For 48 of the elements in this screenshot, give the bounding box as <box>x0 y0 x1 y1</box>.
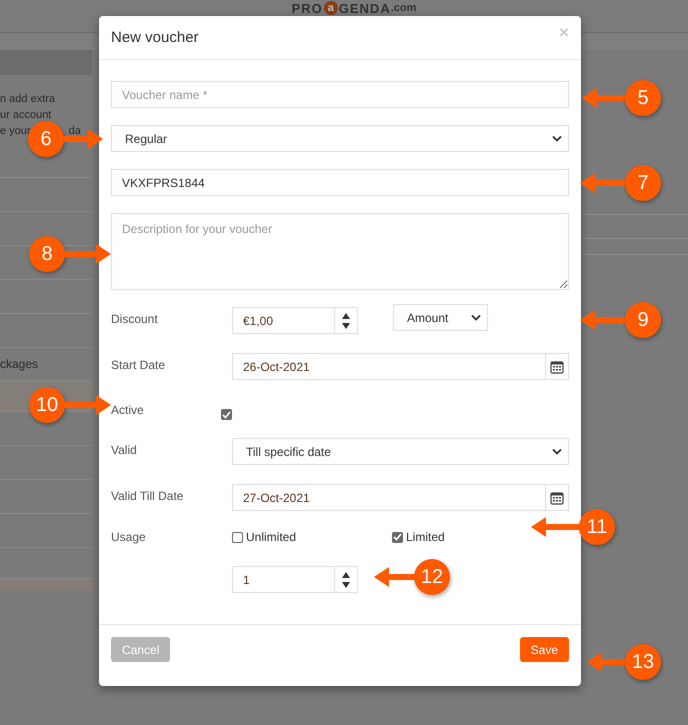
dropdown[interactable]: Amount <box>393 304 488 331</box>
logo: PRO a GENDA.com <box>292 0 416 16</box>
voucher-code-field[interactable]: VKXFPRS1844 <box>111 169 569 196</box>
field-label: Valid Till Date <box>111 489 184 503</box>
calendar-icon <box>550 490 564 504</box>
field-label: Discount <box>111 312 158 326</box>
dropdown[interactable]: Regular <box>111 125 569 152</box>
date-field[interactable]: 27-Oct-2021 <box>232 484 546 511</box>
calendar-icon <box>550 360 564 374</box>
checkbox-label: Unlimited <box>246 530 296 544</box>
callout-badge: 9 <box>625 302 661 338</box>
field-label: Valid <box>111 443 137 457</box>
number-field[interactable]: 1 <box>232 566 335 593</box>
down-arrow-icon <box>342 322 350 328</box>
callout-badge: 13 <box>625 644 661 680</box>
field-label: Start Date <box>111 358 166 372</box>
checkbox-label: Limited <box>406 530 445 544</box>
description-field[interactable]: Description for your voucher <box>111 213 569 290</box>
voucher-name-field[interactable]: Voucher name * <box>111 81 569 108</box>
callout-badge: 11 <box>579 509 615 545</box>
background-text: e your <box>0 124 31 139</box>
checkbox[interactable] <box>221 409 232 420</box>
background-text: da <box>68 124 81 139</box>
chevron-down-icon <box>552 448 562 455</box>
up-arrow-icon <box>342 312 350 318</box>
calendar-button[interactable] <box>546 353 569 380</box>
number-field[interactable]: €1,00 <box>232 307 335 334</box>
background-text: ckages <box>0 357 38 371</box>
date-field[interactable]: 26-Oct-2021 <box>232 353 546 380</box>
checkmark-icon <box>393 533 402 541</box>
background-text: ur account <box>0 108 52 123</box>
down-arrow-icon <box>342 582 350 588</box>
up-arrow-icon <box>342 572 350 578</box>
checkbox[interactable] <box>392 532 403 542</box>
dropdown[interactable]: Till specific date <box>232 438 569 465</box>
callout-badge: 5 <box>625 80 661 116</box>
background-text: n add extra <box>0 92 56 107</box>
calendar-button[interactable] <box>546 484 569 511</box>
modal-title: New voucher <box>111 29 199 46</box>
chevron-down-icon <box>552 135 562 142</box>
field-label: Active <box>111 403 144 417</box>
spinner-control[interactable] <box>335 566 358 593</box>
spinner-control[interactable] <box>335 307 358 334</box>
field-label: Usage <box>111 530 146 544</box>
checkbox[interactable] <box>232 532 243 542</box>
callout-badge: 7 <box>625 165 661 201</box>
chevron-down-icon <box>471 314 481 321</box>
checkmark-icon <box>222 410 231 418</box>
